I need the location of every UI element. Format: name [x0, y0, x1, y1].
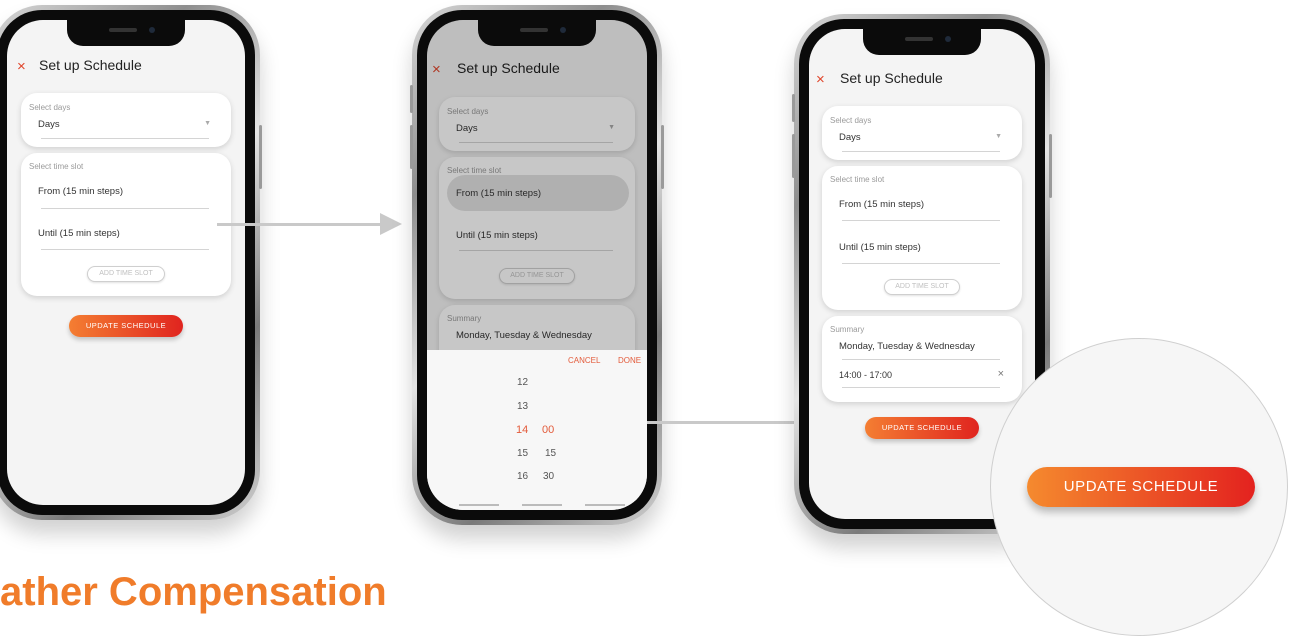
divider	[842, 220, 1000, 221]
selected-minute[interactable]: 00	[542, 424, 554, 436]
days-card[interactable]: Select days Days ▼	[21, 93, 231, 147]
top-bar: × Set up Schedule	[7, 56, 245, 80]
page-title: Set up Schedule	[39, 57, 142, 73]
update-schedule-button[interactable]: UPDATE SCHEDULE	[865, 417, 979, 439]
chevron-down-icon[interactable]: ▼	[995, 133, 1002, 140]
phone-notch	[67, 20, 185, 46]
update-schedule-button[interactable]: UPDATE SCHEDULE	[69, 315, 183, 337]
minute-option[interactable]: 30	[543, 471, 554, 482]
phone-notch	[478, 20, 596, 46]
cancel-button[interactable]: CANCEL	[568, 356, 600, 365]
summary-card: Summary Monday, Tuesday & Wednesday 14:0…	[822, 316, 1022, 402]
until-field[interactable]: Until (15 min steps)	[38, 228, 120, 239]
hour-option[interactable]: 13	[517, 401, 528, 412]
until-field[interactable]: Until (15 min steps)	[839, 242, 921, 253]
chevron-down-icon[interactable]: ▼	[204, 120, 211, 127]
days-label: Select days	[830, 116, 872, 125]
phone-side-button	[410, 125, 413, 169]
divider	[842, 151, 1000, 152]
time-slot-card: Select time slot From (15 min steps) Unt…	[822, 166, 1022, 310]
phone-side-button	[1049, 134, 1052, 198]
divider	[41, 249, 209, 250]
hour-option[interactable]: 15	[517, 448, 528, 459]
days-card[interactable]: Select days Days ▼	[822, 106, 1022, 160]
divider	[41, 138, 209, 139]
days-select[interactable]: Days	[839, 132, 861, 143]
days-select[interactable]: Days	[38, 119, 60, 130]
update-schedule-button-zoom: UPDATE SCHEDULE	[1027, 467, 1255, 507]
summary-value: Monday, Tuesday & Wednesday	[839, 341, 975, 352]
close-icon[interactable]: ×	[816, 71, 825, 89]
phone-1: × Set up Schedule Select days Days ▼ Sel…	[0, 5, 262, 520]
time-slot-card: Select time slot From (15 min steps) Unt…	[21, 153, 231, 296]
divider	[842, 387, 1000, 388]
time-picker-sheet: CANCEL DONE 12 13 14 00 15 15 16 30	[427, 350, 647, 510]
top-bar: × Set up Schedule	[809, 69, 1035, 93]
from-field[interactable]: From (15 min steps)	[839, 199, 924, 210]
from-field[interactable]: From (15 min steps)	[38, 186, 123, 197]
minute-option[interactable]: 15	[545, 448, 556, 459]
flow-arrow-head	[380, 213, 402, 235]
hour-option[interactable]: 16	[517, 471, 528, 482]
phone-bezel: × Set up Schedule Select days Days ▼ Sel…	[417, 10, 657, 520]
phone-side-button	[792, 134, 795, 178]
section-heading: ather Compensation	[0, 570, 387, 614]
phone-bezel: × Set up Schedule Select days Days ▼ Sel…	[0, 10, 255, 515]
days-label: Select days	[29, 103, 71, 112]
time-slot-label: Select time slot	[29, 162, 84, 171]
flow-arrow	[217, 223, 385, 226]
close-icon[interactable]: ×	[17, 58, 26, 76]
home-indicator	[459, 504, 625, 506]
summary-label: Summary	[830, 325, 865, 334]
phone-notch	[863, 29, 981, 55]
time-slot-label: Select time slot	[830, 175, 885, 184]
add-time-slot-button[interactable]: ADD TIME SLOT	[884, 279, 960, 295]
modal-overlay[interactable]	[427, 20, 647, 350]
zoom-magnifier: UPDATE SCHEDULE	[990, 338, 1288, 636]
screen-1: × Set up Schedule Select days Days ▼ Sel…	[7, 20, 245, 505]
phone-2: × Set up Schedule Select days Days ▼ Sel…	[410, 5, 664, 525]
phone-side-button	[410, 85, 413, 113]
divider	[842, 263, 1000, 264]
screen-2: × Set up Schedule Select days Days ▼ Sel…	[427, 20, 647, 510]
remove-time-slot-icon[interactable]: ×	[998, 368, 1004, 380]
phone-side-button	[259, 125, 262, 189]
selected-hour[interactable]: 14	[516, 424, 528, 436]
phone-side-button	[792, 94, 795, 122]
hour-option[interactable]: 12	[517, 377, 528, 388]
divider	[41, 208, 209, 209]
add-time-slot-button[interactable]: ADD TIME SLOT	[87, 266, 165, 282]
page-title: Set up Schedule	[840, 70, 943, 86]
phone-side-button	[661, 125, 664, 189]
done-button[interactable]: DONE	[618, 356, 641, 365]
divider	[842, 359, 1000, 360]
time-range-value: 14:00 - 17:00	[839, 370, 893, 380]
